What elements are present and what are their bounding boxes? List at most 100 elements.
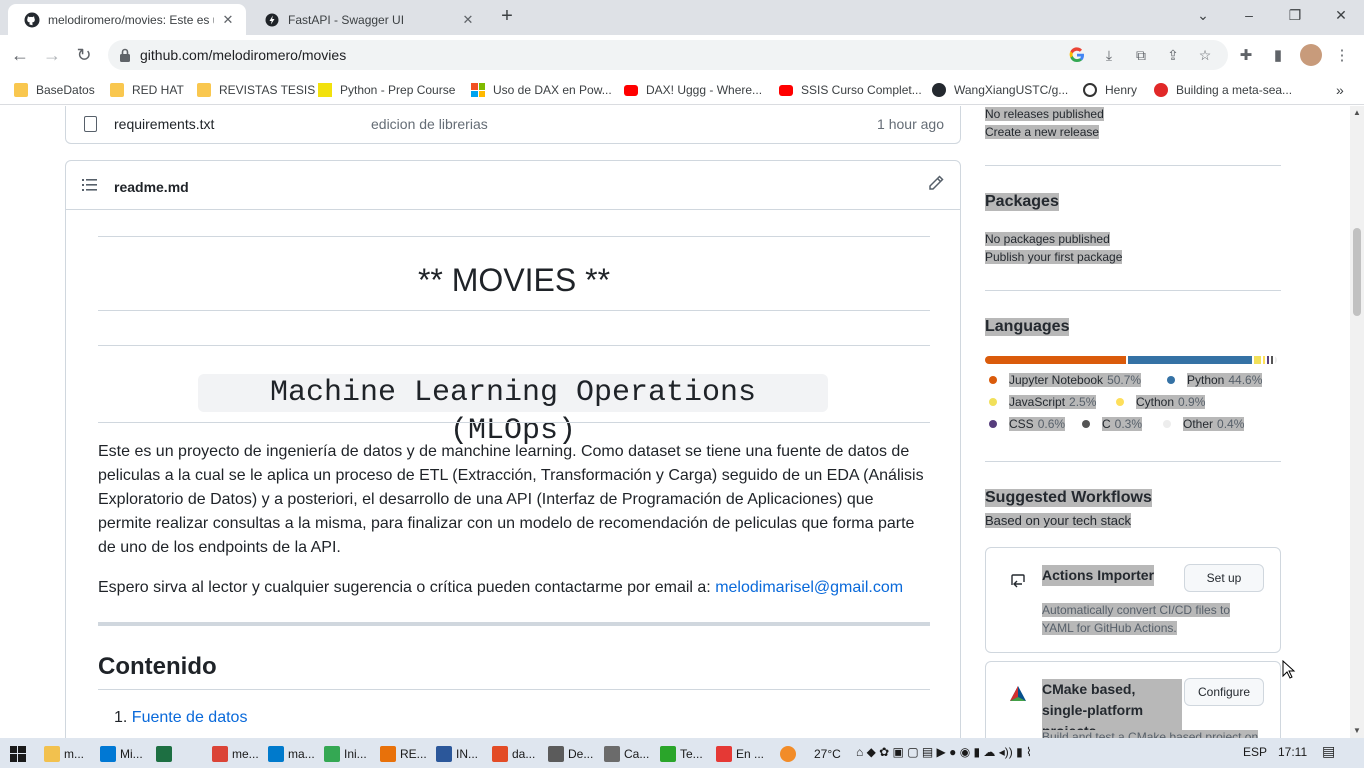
packages-empty-text: No packages published bbox=[985, 232, 1110, 246]
tab-github[interactable]: melodiromero/movies: Este es un ✕ bbox=[8, 4, 246, 35]
sun-icon bbox=[780, 746, 796, 762]
github-icon bbox=[24, 12, 40, 28]
back-icon[interactable]: ← bbox=[7, 42, 33, 68]
bookmark-basedatos[interactable]: BaseDatos bbox=[14, 81, 95, 99]
bookmark-ssis[interactable]: SSIS Curso Complet... bbox=[779, 81, 922, 99]
tray-icons[interactable]: ⌂ ◆ ✿ ▣ ▢ ▤ ▶ ● ◉ ▮ ☁ ◂)) ▮ ⌇ bbox=[856, 745, 1032, 759]
tab-strip: melodiromero/movies: Este es un ✕ FastAP… bbox=[0, 0, 1364, 35]
clock[interactable]: 17:11 bbox=[1278, 745, 1307, 759]
page-scrollbar[interactable]: ▲ ▼ bbox=[1350, 106, 1364, 740]
app-icon bbox=[324, 746, 340, 762]
weather-widget[interactable]: 27°C bbox=[780, 742, 841, 766]
app-label: Mi... bbox=[120, 747, 143, 761]
publish-package-link[interactable]: Publish your first package bbox=[985, 250, 1123, 264]
bookmark-henry[interactable]: Henry bbox=[1083, 81, 1137, 99]
language-javascript[interactable]: JavaScript 2.5% bbox=[989, 395, 1097, 409]
taskbar-app-8[interactable]: da... bbox=[492, 742, 535, 766]
configure-button[interactable]: Configure bbox=[1184, 678, 1264, 706]
scroll-up-icon[interactable]: ▲ bbox=[1353, 108, 1361, 117]
bookmark-label: WangXiangUSTC/g... bbox=[954, 83, 1069, 97]
language-jupyter[interactable]: Jupyter Notebook 50.7% bbox=[989, 373, 1142, 387]
taskbar-app-4[interactable]: ma... bbox=[268, 742, 315, 766]
extensions-icon[interactable]: ✚ bbox=[1236, 45, 1256, 65]
close-tab-icon[interactable]: ✕ bbox=[220, 12, 236, 28]
profile-avatar[interactable] bbox=[1300, 44, 1322, 66]
taskbar-app-1[interactable]: Mi... bbox=[100, 742, 143, 766]
lock-icon bbox=[118, 47, 134, 63]
bookmark-red-hat[interactable]: RED HAT bbox=[110, 81, 184, 99]
email-link[interactable]: melodimarisel@gmail.com bbox=[715, 579, 903, 596]
share-icon[interactable]: ⇪ bbox=[1164, 46, 1182, 64]
close-window-button[interactable]: ✕ bbox=[1318, 0, 1364, 30]
new-tab-button[interactable]: + bbox=[496, 6, 518, 28]
taskbar-app-11[interactable]: Te... bbox=[660, 742, 703, 766]
outline-list-icon[interactable] bbox=[82, 178, 98, 192]
reload-icon[interactable]: ↻ bbox=[71, 42, 97, 68]
scroll-down-icon[interactable]: ▼ bbox=[1353, 726, 1361, 735]
readme-filename[interactable]: readme.md bbox=[114, 179, 189, 195]
address-bar[interactable]: github.com/melodiromero/movies ⤓ ⧉ ⇪ ☆ bbox=[108, 40, 1228, 70]
bookmark-label: DAX! Uggg - Where... bbox=[646, 83, 763, 97]
language-name: Other bbox=[1183, 417, 1214, 431]
taskbar-app-5[interactable]: Ini... bbox=[324, 742, 367, 766]
language-indicator[interactable]: ESP bbox=[1243, 745, 1267, 759]
app-label: En ... bbox=[736, 747, 765, 761]
more-bookmarks-icon[interactable]: » bbox=[1336, 81, 1344, 99]
contents-item-fuente[interactable]: Fuente de datos bbox=[132, 709, 248, 726]
languages-heading: Languages bbox=[985, 318, 1070, 336]
taskbar-app-0[interactable]: m... bbox=[44, 742, 84, 766]
taskbar-app-6[interactable]: RE... bbox=[380, 742, 427, 766]
commit-time: 1 hour ago bbox=[877, 116, 944, 132]
pencil-icon[interactable] bbox=[928, 175, 946, 193]
bookmark-label: SSIS Curso Complet... bbox=[801, 83, 922, 97]
set-up-button[interactable]: Set up bbox=[1184, 564, 1264, 592]
language-python[interactable]: Python 44.6% bbox=[1167, 373, 1263, 387]
commit-message-link[interactable]: edicion de librerias bbox=[371, 116, 488, 132]
packages-heading[interactable]: Packages bbox=[985, 193, 1059, 211]
browser-toolbar: ← → ↻ github.com/melodiromero/movies ⤓ ⧉… bbox=[0, 35, 1364, 75]
bookmark-revistas-tesis[interactable]: REVISTAS TESIS bbox=[197, 81, 315, 99]
app-label: Ca... bbox=[624, 747, 650, 761]
tab-title: melodiromero/movies: Este es un bbox=[48, 12, 214, 27]
language-bar-segment bbox=[1262, 356, 1266, 364]
google-icon[interactable] bbox=[1068, 46, 1086, 64]
create-release-link[interactable]: Create a new release bbox=[985, 125, 1100, 139]
bookmark-dax-powerbi[interactable]: Uso de DAX en Pow... bbox=[471, 81, 612, 99]
taskbar-app-2[interactable] bbox=[156, 742, 176, 766]
taskbar-app-12[interactable]: En ... bbox=[716, 742, 764, 766]
taskbar-app-9[interactable]: De... bbox=[548, 742, 593, 766]
taskbar-app-10[interactable]: Ca... bbox=[604, 742, 649, 766]
minimize-button[interactable]: – bbox=[1226, 0, 1272, 30]
mouse-cursor-icon bbox=[1282, 660, 1296, 679]
bookmark-wangxiang[interactable]: WangXiangUSTC/g... bbox=[932, 81, 1068, 99]
menu-icon[interactable]: ⋮ bbox=[1332, 45, 1352, 65]
tab-fastapi[interactable]: FastAPI - Swagger UI ✕ bbox=[248, 4, 486, 35]
thick-divider bbox=[98, 622, 930, 626]
start-icon[interactable] bbox=[10, 742, 26, 766]
app-icon bbox=[436, 746, 452, 762]
forward-icon[interactable]: → bbox=[39, 42, 65, 68]
language-percent: 0.6% bbox=[1037, 417, 1066, 431]
install-icon[interactable]: ⤓ bbox=[1100, 46, 1118, 64]
file-name-link[interactable]: requirements.txt bbox=[114, 116, 214, 132]
side-panel-icon[interactable]: ▮ bbox=[1268, 45, 1288, 65]
notification-icon[interactable]: ▤ bbox=[1322, 743, 1335, 760]
scrollbar-thumb[interactable] bbox=[1353, 228, 1361, 316]
taskbar-app-3[interactable]: me... bbox=[212, 742, 259, 766]
language-c[interactable]: C 0.3% bbox=[1082, 417, 1143, 431]
restore-button[interactable]: ❐ bbox=[1272, 0, 1318, 30]
language-cython[interactable]: Cython 0.9% bbox=[1116, 395, 1206, 409]
taskbar-app-7[interactable]: IN... bbox=[436, 742, 478, 766]
tab-search-icon[interactable]: ⌄ bbox=[1180, 0, 1226, 30]
bookmark-dax-uggg[interactable]: DAX! Uggg - Where... bbox=[624, 81, 762, 99]
bookmark-star-icon[interactable]: ☆ bbox=[1196, 46, 1214, 64]
bookmark-python-prep[interactable]: Python - Prep Course bbox=[318, 81, 455, 99]
divider bbox=[98, 422, 930, 423]
app-icon bbox=[660, 746, 676, 762]
contact-paragraph: Espero sirva al lector y cualquier suger… bbox=[98, 576, 930, 600]
translate-icon[interactable]: ⧉ bbox=[1132, 46, 1150, 64]
divider bbox=[98, 310, 930, 311]
bookmark-meta-search[interactable]: Building a meta-sea... bbox=[1154, 81, 1292, 99]
language-css[interactable]: CSS 0.6% bbox=[989, 417, 1066, 431]
close-tab-icon[interactable]: ✕ bbox=[460, 12, 476, 28]
